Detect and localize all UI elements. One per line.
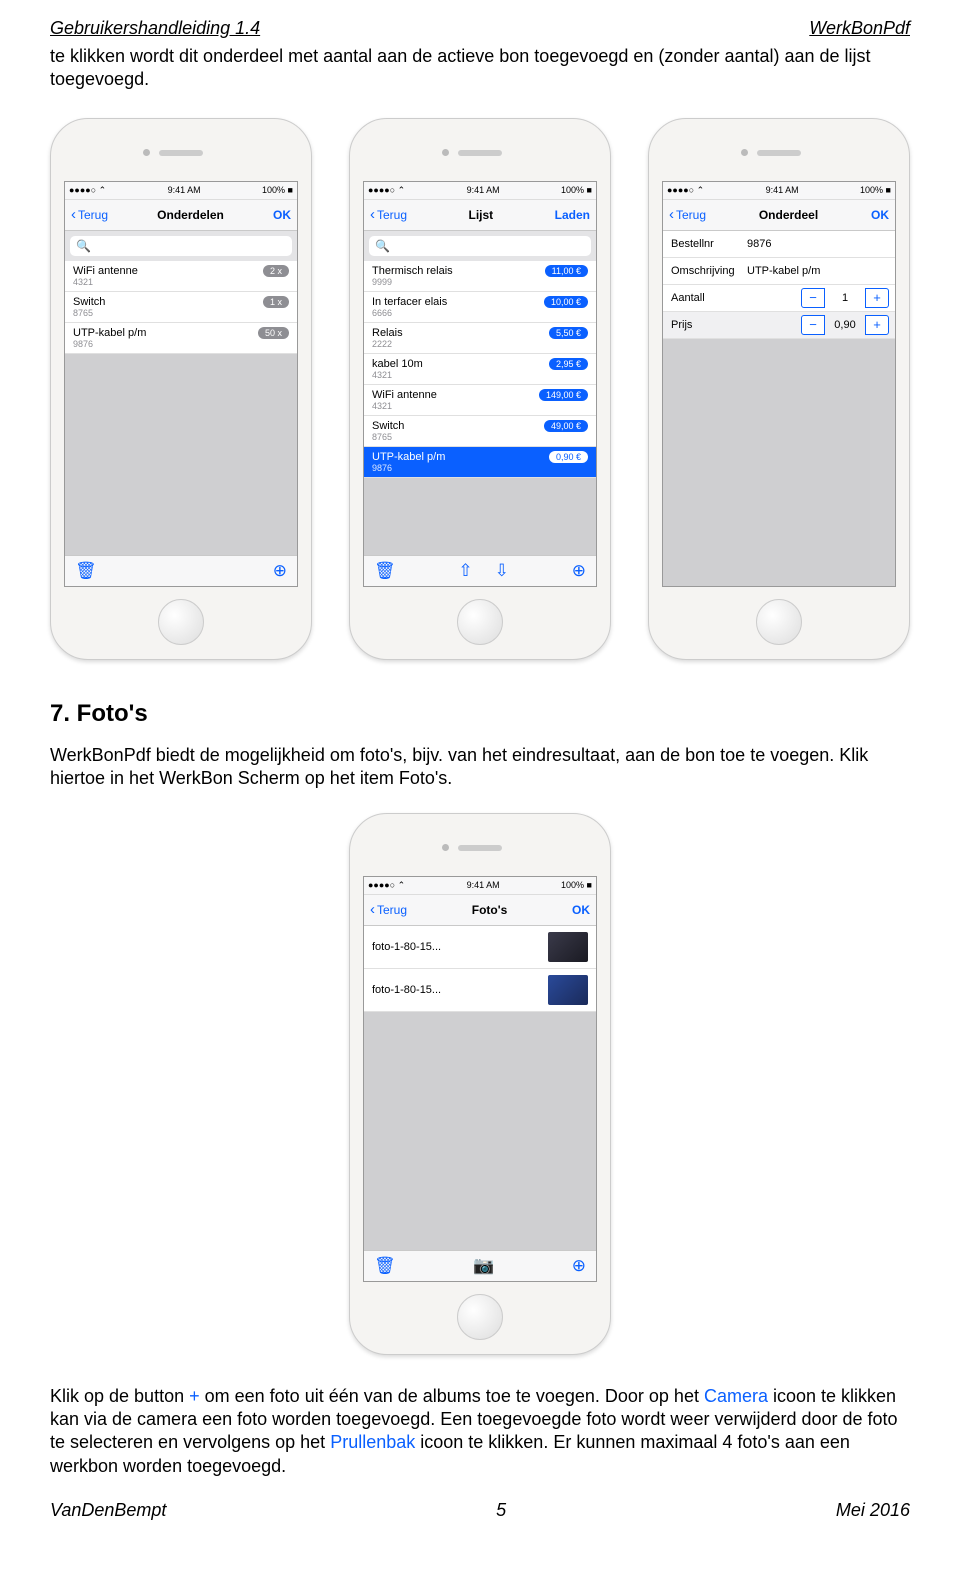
back-button[interactable]: ‹Terug — [71, 207, 108, 222]
price-badge: 2,95 € — [549, 358, 588, 370]
search-icon: 🔍 — [375, 239, 390, 253]
header-right: WerkBonPdf — [809, 18, 910, 39]
list-item[interactable]: kabel 10m43212,95 € — [364, 354, 596, 385]
download-icon[interactable]: ⇩ — [495, 561, 509, 581]
footer-center: 5 — [496, 1500, 506, 1521]
trash-icon[interactable]: 🗑 — [374, 561, 396, 581]
price-badge: 5,50 € — [549, 327, 588, 339]
ok-button[interactable]: OK — [871, 208, 889, 222]
camera-icon[interactable]: 📷 — [473, 1256, 494, 1276]
search-icon: 🔍 — [76, 239, 91, 253]
nav-title: Lijst — [469, 208, 494, 222]
back-button[interactable]: ‹Terug — [669, 207, 706, 222]
nav-title: Onderdelen — [157, 208, 224, 222]
minus-button[interactable]: − — [801, 288, 825, 308]
photo-item[interactable]: foto-1-80-15... — [364, 926, 596, 969]
field-prijs: Prijs − 0,90 + — [663, 312, 895, 339]
aantal-value: 1 — [825, 292, 865, 304]
chevron-left-icon: ‹ — [370, 207, 375, 222]
detail-form: Bestellnr9876 OmschrijvingUTP-kabel p/m … — [663, 231, 895, 339]
prullenbak-text: Prullenbak — [330, 1432, 415, 1452]
phones-row-1: ●●●●○ ⌃9:41 AM100% ■ ‹Terug Onderdelen O… — [50, 118, 910, 660]
nav-bar: ‹Terug Foto's OK — [364, 895, 596, 926]
price-badge: 0,90 € — [549, 451, 588, 463]
bottom-toolbar: 🗑 📷 ⊕ — [364, 1250, 596, 1281]
list-item[interactable]: UTP-kabel p/m987650 x — [65, 323, 297, 354]
omschrijving-value[interactable]: UTP-kabel p/m — [743, 265, 895, 277]
trash-icon[interactable]: 🗑 — [75, 561, 97, 581]
parts-list: WiFi antenne43212 x Switch87651 x UTP-ka… — [65, 261, 297, 354]
footer-right: Mei 2016 — [836, 1500, 910, 1521]
add-icon[interactable]: ⊕ — [273, 561, 287, 581]
ok-button[interactable]: OK — [572, 903, 590, 917]
photo-item[interactable]: foto-1-80-15... — [364, 969, 596, 1012]
count-badge: 1 x — [263, 296, 289, 308]
paragraph-fotos-instructions: Klik op de button + om een foto uit één … — [50, 1385, 910, 1479]
chevron-left-icon: ‹ — [370, 902, 375, 917]
chevron-left-icon: ‹ — [71, 207, 76, 222]
bestelnr-value[interactable]: 9876 — [743, 238, 895, 250]
count-badge: 2 x — [263, 265, 289, 277]
add-icon[interactable]: ⊕ — [572, 561, 586, 581]
paragraph-fotos-intro: WerkBonPdf biedt de mogelijkheid om foto… — [50, 744, 910, 791]
nav-bar: ‹Terug Lijst Laden — [364, 200, 596, 231]
header-left: Gebruikershandleiding 1.4 — [50, 18, 260, 39]
photo-thumbnail — [548, 975, 588, 1005]
status-bar: ●●●●○ ⌃9:41 AM100% ■ — [65, 182, 297, 200]
status-bar: ●●●●○ ⌃9:41 AM100% ■ — [663, 182, 895, 200]
share-icon[interactable]: ⇧ — [458, 561, 472, 581]
price-badge: 11,00 € — [545, 265, 588, 277]
list-item[interactable]: In terfacer elais666610,00 € — [364, 292, 596, 323]
back-button[interactable]: ‹Terug — [370, 902, 407, 917]
page-header: Gebruikershandleiding 1.4 WerkBonPdf — [50, 18, 910, 39]
field-omschrijving: OmschrijvingUTP-kabel p/m — [663, 258, 895, 285]
phone-onderdeel: ●●●●○ ⌃9:41 AM100% ■ ‹Terug Onderdeel OK… — [648, 118, 910, 660]
nav-title: Onderdeel — [759, 208, 818, 222]
list-item[interactable]: Switch87651 x — [65, 292, 297, 323]
price-badge: 49,00 € — [544, 420, 588, 432]
intro-paragraph: te klikken wordt dit onderdeel met aanta… — [50, 45, 910, 92]
field-aantal: Aantall − 1 + — [663, 285, 895, 312]
price-badge: 10,00 € — [544, 296, 588, 308]
list-item[interactable]: Thermisch relais999911,00 € — [364, 261, 596, 292]
plus-text: + — [189, 1386, 200, 1406]
list-item-selected[interactable]: UTP-kabel p/m98760,90 € — [364, 447, 596, 478]
price-badge: 149,00 € — [539, 389, 588, 401]
list-item[interactable]: Relais22225,50 € — [364, 323, 596, 354]
photo-thumbnail — [548, 932, 588, 962]
phone-lijst: ●●●●○ ⌃9:41 AM100% ■ ‹Terug Lijst Laden … — [349, 118, 611, 660]
search-input[interactable]: 🔍 — [369, 236, 591, 256]
photo-list: foto-1-80-15... foto-1-80-15... — [364, 926, 596, 1012]
camera-text: Camera — [704, 1386, 768, 1406]
search-input[interactable]: 🔍 — [70, 236, 292, 256]
trash-icon[interactable]: 🗑 — [374, 1256, 396, 1276]
list-item[interactable]: WiFi antenne43212 x — [65, 261, 297, 292]
page-footer: VanDenBempt 5 Mei 2016 — [50, 1500, 910, 1521]
field-bestelnr: Bestellnr9876 — [663, 231, 895, 258]
plus-button[interactable]: + — [865, 315, 889, 335]
bottom-toolbar: 🗑 ⊕ — [65, 555, 297, 586]
list-item[interactable]: WiFi antenne4321149,00 € — [364, 385, 596, 416]
count-badge: 50 x — [258, 327, 289, 339]
footer-left: VanDenBempt — [50, 1500, 166, 1521]
prijs-value: 0,90 — [825, 319, 865, 331]
status-bar: ●●●●○ ⌃9:41 AM100% ■ — [364, 182, 596, 200]
list-item[interactable]: Switch876549,00 € — [364, 416, 596, 447]
nav-bar: ‹Terug Onderdeel OK — [663, 200, 895, 231]
section-heading: 7. Foto's — [50, 700, 910, 728]
nav-bar: ‹Terug Onderdelen OK — [65, 200, 297, 231]
chevron-left-icon: ‹ — [669, 207, 674, 222]
add-icon[interactable]: ⊕ — [572, 1256, 586, 1276]
phone-onderdelen: ●●●●○ ⌃9:41 AM100% ■ ‹Terug Onderdelen O… — [50, 118, 312, 660]
back-button[interactable]: ‹Terug — [370, 207, 407, 222]
laden-button[interactable]: Laden — [555, 208, 590, 222]
status-bar: ●●●●○ ⌃9:41 AM100% ■ — [364, 877, 596, 895]
bottom-toolbar: 🗑 ⇧ ⇩ ⊕ — [364, 555, 596, 586]
nav-title: Foto's — [472, 903, 508, 917]
price-list: Thermisch relais999911,00 € In terfacer … — [364, 261, 596, 478]
plus-button[interactable]: + — [865, 288, 889, 308]
ok-button[interactable]: OK — [273, 208, 291, 222]
phone-fotos: ●●●●○ ⌃9:41 AM100% ■ ‹Terug Foto's OK fo… — [349, 813, 611, 1355]
minus-button[interactable]: − — [801, 315, 825, 335]
